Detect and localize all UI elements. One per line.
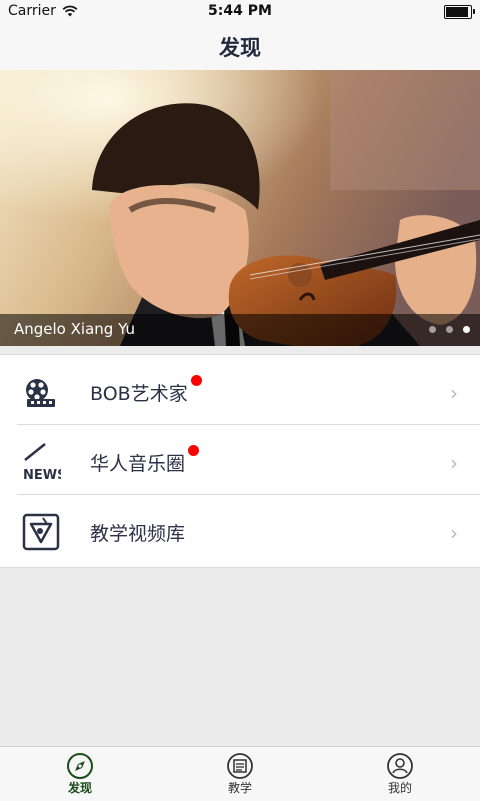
menu-item-video-library[interactable]: 教学视频库 › xyxy=(0,495,480,565)
status-bar: Carrier 5:44 PM xyxy=(0,0,480,24)
tab-lessons[interactable]: 教学 xyxy=(160,747,320,801)
menu-item-label: BOB艺术家 xyxy=(90,375,202,406)
banner-carousel[interactable]: Angelo Xiang Yu xyxy=(0,70,480,346)
chevron-right-icon: › xyxy=(450,381,458,405)
status-time: 5:44 PM xyxy=(208,3,272,19)
video-library-icon xyxy=(22,513,60,551)
banner-photo xyxy=(0,70,480,346)
tab-label: 发现 xyxy=(67,781,92,795)
tab-discover[interactable]: 发现 xyxy=(0,747,160,801)
tab-bar: 发现 教学 我的 xyxy=(0,746,480,801)
news-icon: NEWS xyxy=(23,443,61,482)
page-dot-active[interactable] xyxy=(463,326,470,333)
page-indicator xyxy=(429,326,470,333)
compass-icon xyxy=(67,753,93,779)
tab-label: 我的 xyxy=(387,781,412,795)
banner-caption: Angelo Xiang Yu xyxy=(14,320,136,338)
page-dot[interactable] xyxy=(429,326,436,333)
menu-item-music-circle[interactable]: NEWS 华人音乐圈 › xyxy=(0,425,480,495)
film-reel-icon xyxy=(26,379,55,407)
banner-caption-bar: Angelo Xiang Yu xyxy=(0,314,480,346)
menu-item-text: BOB艺术家 xyxy=(90,383,188,405)
tab-profile[interactable]: 我的 xyxy=(320,747,480,801)
chevron-right-icon: › xyxy=(450,521,458,545)
battery-icon xyxy=(444,5,475,19)
notification-badge xyxy=(188,445,200,456)
menu-item-artists[interactable]: BOB艺术家 › xyxy=(0,355,480,425)
svg-text:NEWS: NEWS xyxy=(23,468,61,482)
menu-item-text: 教学视频库 xyxy=(90,523,186,545)
notification-badge xyxy=(190,375,202,386)
menu-item-label: 华人音乐圈 xyxy=(90,445,200,476)
page-title: 发现 xyxy=(219,36,261,60)
discover-menu: BOB艺术家 › NEWS 华人音乐圈 › 教学视频库 › xyxy=(0,354,480,568)
tab-label: 教学 xyxy=(227,781,252,795)
lesson-icon xyxy=(227,753,253,779)
page-dot[interactable] xyxy=(446,326,453,333)
menu-item-label: 教学视频库 xyxy=(90,519,185,546)
profile-icon xyxy=(387,753,413,779)
menu-item-text: 华人音乐圈 xyxy=(90,453,186,475)
chevron-right-icon: › xyxy=(450,451,458,475)
nav-bar: 发现 xyxy=(0,24,480,71)
